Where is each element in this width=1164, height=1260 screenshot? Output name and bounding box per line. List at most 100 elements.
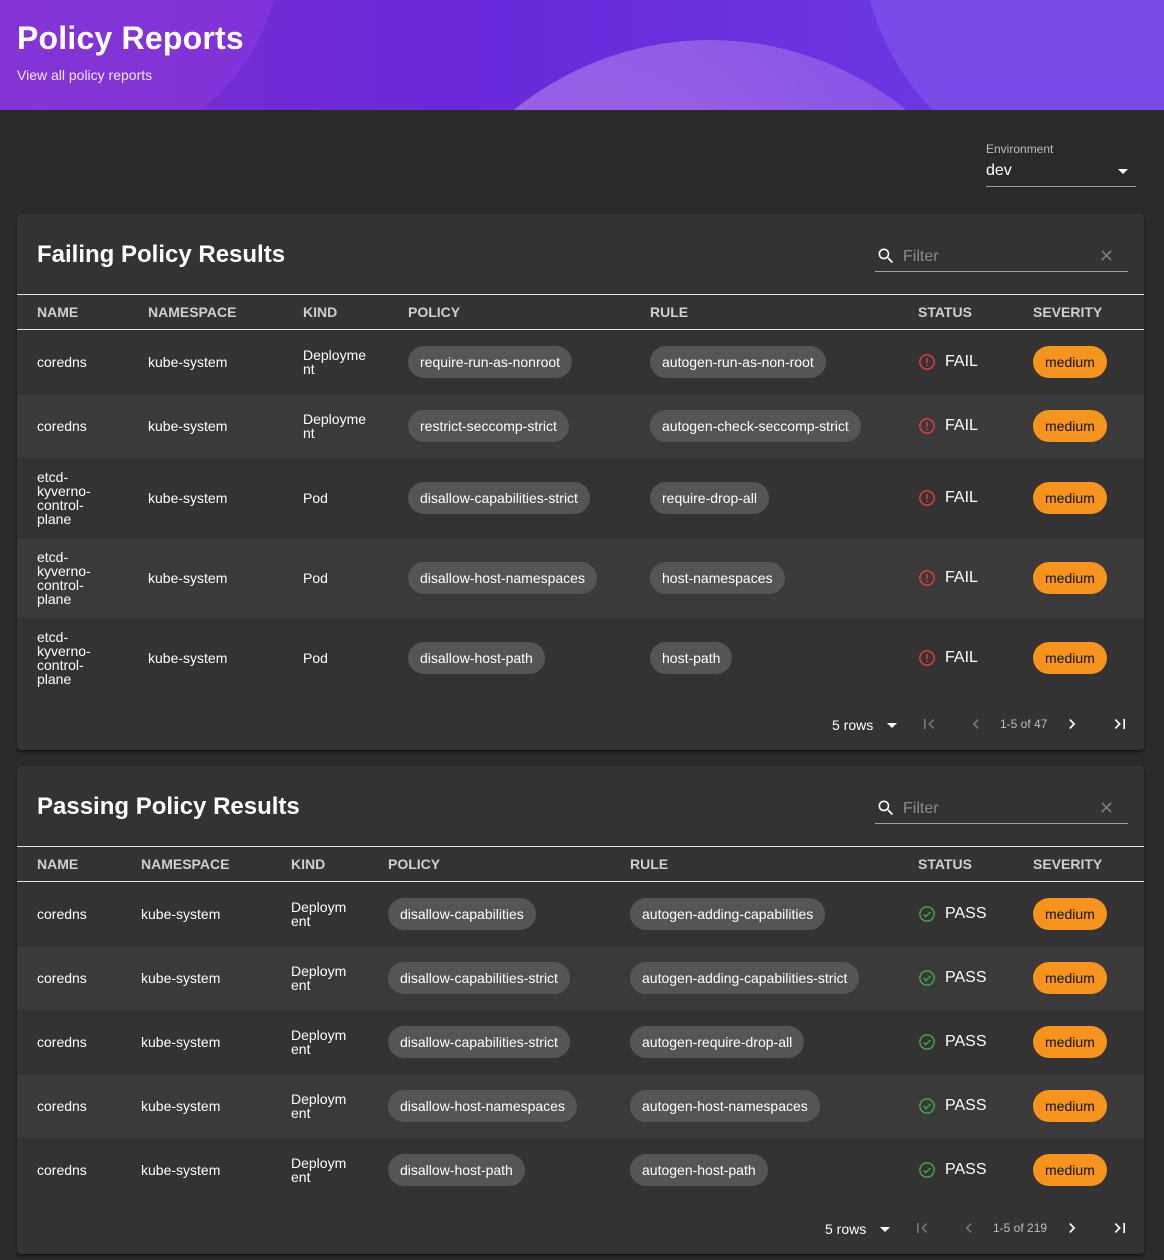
cell-namespace: kube-system — [121, 946, 271, 1010]
policy-chip[interactable]: disallow-host-path — [408, 641, 545, 674]
cell-policy: disallow-capabilities-strict — [368, 1010, 610, 1074]
table-row[interactable]: coredns kube-system Deploym ent disallow-hos… — [17, 1073, 1144, 1138]
column-header[interactable]: NAMESPACE — [121, 846, 271, 882]
table-row[interactable]: coredns kube-system Deployme nt require-run-… — [17, 330, 1144, 394]
cell-kind: Deployment — [271, 1138, 368, 1202]
environment-select[interactable]: dev — [986, 162, 1136, 187]
namespace-text: kube-system — [148, 417, 228, 434]
rule-chip[interactable]: host-namespaces — [650, 561, 785, 594]
cell-rule: autogen-check-seccomp-strict — [630, 394, 898, 458]
previous-page-icon[interactable] — [959, 1218, 979, 1238]
kind-text: ent — [291, 1168, 311, 1185]
filter-input[interactable] — [901, 246, 1095, 268]
last-page-icon[interactable] — [1110, 1218, 1130, 1238]
failing-filter: ✕ — [875, 243, 1128, 272]
column-header[interactable]: STATUS — [898, 294, 1013, 330]
name-text: plane — [37, 670, 72, 687]
severity-badge: medium — [1033, 481, 1107, 514]
column-header[interactable]: STATUS — [898, 846, 1013, 882]
column-header[interactable]: NAMESPACE — [128, 294, 283, 330]
first-page-icon[interactable] — [912, 1218, 932, 1238]
table-row[interactable]: coredns kube-system Deploym ent disallow-hos… — [17, 1138, 1144, 1202]
kind-text: Deployme — [303, 346, 367, 363]
status-text: FAIL — [945, 568, 978, 586]
cell-severity: medium — [1013, 458, 1144, 538]
clear-icon[interactable]: ✕ — [1099, 799, 1114, 817]
policy-chip[interactable]: disallow-host-path — [388, 1153, 525, 1186]
policy-chip[interactable]: disallow-host-namespaces — [408, 561, 597, 594]
severity-badge: medium — [1033, 961, 1107, 994]
next-page-icon[interactable] — [1062, 1218, 1082, 1238]
policy-chip[interactable]: disallow-capabilities-strict — [408, 481, 590, 514]
clear-icon[interactable]: ✕ — [1099, 247, 1114, 265]
table-row[interactable]: coredns kube-system Deployme nt restrict-sec… — [17, 393, 1144, 458]
policy-chip[interactable]: disallow-capabilities-strict — [388, 961, 570, 994]
check-circle-icon — [919, 1161, 935, 1178]
card-title: Failing Policy Results — [37, 241, 286, 268]
cell-namespace: kube-system — [121, 1010, 271, 1074]
page-subtitle: View all policy reports — [17, 67, 153, 83]
previous-page-icon[interactable] — [966, 714, 986, 734]
table-row[interactable]: coredns kube-system Deploym ent disallow-cap… — [17, 882, 1144, 946]
column-header[interactable]: NAME — [17, 846, 121, 882]
rows-per-page-select[interactable]: 5 rows — [832, 717, 873, 733]
cell-rule: host-namespaces — [630, 538, 898, 618]
status-text: FAIL — [945, 416, 978, 434]
passing-filter: ✕ — [875, 795, 1128, 824]
column-header[interactable]: RULE — [610, 846, 898, 882]
policy-chip[interactable]: restrict-seccomp-strict — [408, 409, 569, 442]
cell-status: FAIL — [898, 538, 1013, 618]
failing-pagination: 5 rows 1-5 of 47 — [17, 713, 1144, 737]
column-header[interactable]: RULE — [630, 294, 898, 330]
rule-chip[interactable]: host-path — [650, 641, 733, 674]
rule-chip[interactable]: autogen-adding-capabilities-strict — [630, 961, 860, 994]
column-header[interactable]: SEVERITY — [1013, 294, 1144, 330]
rows-per-page-select[interactable]: 5 rows — [825, 1221, 866, 1237]
caret-down-icon[interactable] — [887, 723, 897, 728]
severity-badge: medium — [1033, 897, 1107, 930]
column-header[interactable]: KIND — [271, 846, 368, 882]
error-icon — [919, 489, 935, 506]
rule-chip[interactable]: autogen-host-path — [630, 1153, 768, 1186]
cell-name: coredns — [17, 394, 128, 458]
policy-chip[interactable]: disallow-host-namespaces — [388, 1089, 577, 1122]
filter-input[interactable] — [901, 798, 1095, 820]
rule-chip[interactable]: autogen-host-namespaces — [630, 1089, 820, 1122]
policy-chip[interactable]: require-run-as-nonroot — [408, 345, 573, 378]
cell-status: PASS — [898, 1074, 1013, 1138]
policy-chip[interactable]: disallow-capabilities — [388, 897, 536, 930]
caret-down-icon — [1118, 169, 1128, 174]
table-row[interactable]: etcd-kyverno-control-plane kube-system Pod… — [17, 537, 1144, 618]
table-row[interactable]: coredns kube-system Deploym ent disallow-cap… — [17, 945, 1144, 1010]
kind-text: Deployme — [303, 410, 367, 427]
severity-badge: medium — [1033, 409, 1107, 442]
cell-rule: autogen-run-as-non-root — [630, 330, 898, 394]
table-row[interactable]: coredns kube-system Deploym ent disallow-cap… — [17, 1010, 1144, 1074]
first-page-icon[interactable] — [919, 714, 939, 734]
status-indicator: PASS — [918, 1033, 1013, 1051]
kind-text: Pod — [303, 569, 328, 586]
column-header[interactable]: SEVERITY — [1013, 846, 1144, 882]
cell-namespace: kube-system — [128, 538, 283, 618]
column-header[interactable]: KIND — [283, 294, 388, 330]
kind-text: ent — [291, 912, 311, 929]
policy-chip[interactable]: disallow-capabilities-strict — [388, 1025, 570, 1058]
error-icon — [919, 353, 935, 370]
column-header[interactable]: POLICY — [368, 846, 610, 882]
namespace-text: kube-system — [141, 1161, 221, 1178]
caret-down-icon[interactable] — [880, 1227, 890, 1232]
rule-chip[interactable]: autogen-require-drop-all — [630, 1025, 805, 1058]
table-row[interactable]: etcd-kyverno-control-plane kube-system Pod… — [17, 618, 1144, 698]
column-header[interactable]: NAME — [17, 294, 128, 330]
rule-chip[interactable]: autogen-adding-capabilities — [630, 897, 826, 930]
rule-chip[interactable]: require-drop-all — [650, 481, 769, 514]
rule-chip[interactable]: autogen-run-as-non-root — [650, 345, 826, 378]
column-header[interactable]: POLICY — [388, 294, 630, 330]
table-row[interactable]: etcd-kyverno-control-plane kube-system Pod… — [17, 458, 1144, 538]
namespace-text: kube-system — [141, 1097, 221, 1114]
name-text: coredns — [37, 1161, 87, 1178]
last-page-icon[interactable] — [1110, 714, 1130, 734]
next-page-icon[interactable] — [1062, 714, 1082, 734]
rule-chip[interactable]: autogen-check-seccomp-strict — [650, 409, 861, 442]
cell-status: FAIL — [898, 618, 1013, 698]
